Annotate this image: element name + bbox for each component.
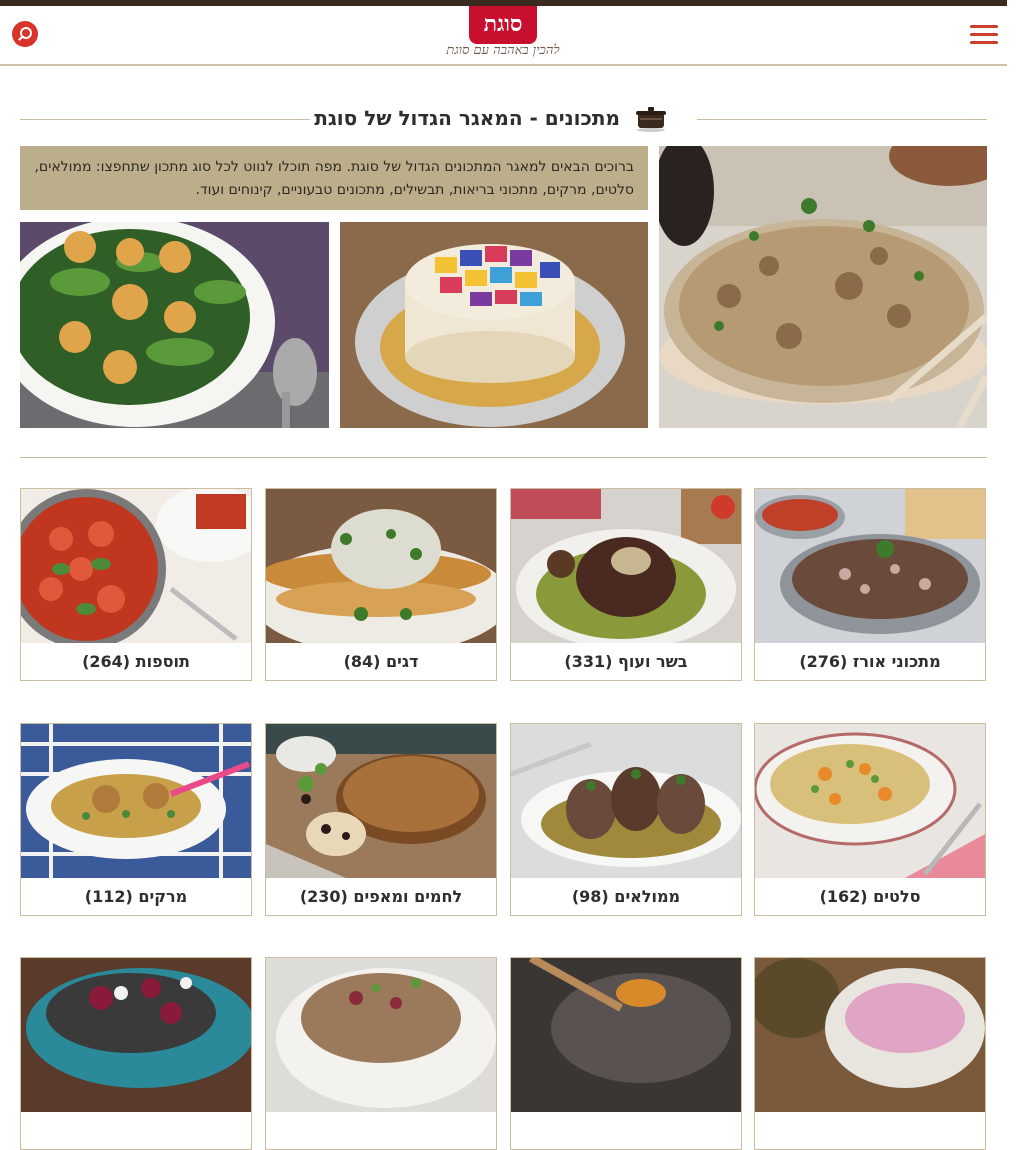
- category-image: [511, 958, 741, 1112]
- category-card-stuffed[interactable]: ממולאים (98): [510, 723, 742, 916]
- category-label: דגים (84): [343, 652, 419, 671]
- category-image: [21, 724, 251, 878]
- hamburger-menu-icon[interactable]: [970, 25, 998, 45]
- title-rule-right: [697, 119, 987, 120]
- category-label: לחמים ומאפים (230): [299, 887, 463, 906]
- category-label: ממולאים (98): [571, 887, 681, 906]
- category-image: [511, 724, 741, 878]
- category-label: בשר ועוף (331): [564, 652, 688, 671]
- category-image: [755, 724, 985, 878]
- site-header: סוגת להכין באהבה עם סוגת: [0, 6, 1007, 66]
- category-card-row3-2[interactable]: [510, 957, 742, 1150]
- category-card-meat-poultry[interactable]: בשר ועוף (331): [510, 488, 742, 681]
- category-card-salads[interactable]: סלטים (162): [754, 723, 986, 916]
- category-label: מתכוני אורז (276): [799, 652, 941, 671]
- category-image: [755, 489, 985, 643]
- category-label: תוספות (264): [82, 652, 190, 671]
- category-card-breads[interactable]: לחמים ומאפים (230): [265, 723, 497, 916]
- category-image: [511, 489, 741, 643]
- cooking-pot-icon: [636, 107, 666, 132]
- category-image: [755, 958, 985, 1112]
- logo[interactable]: סוגת להכין באהבה עם סוגת: [433, 6, 573, 64]
- category-image: [21, 489, 251, 643]
- category-card-row3-3[interactable]: [265, 957, 497, 1150]
- category-card-row3-4[interactable]: [20, 957, 252, 1150]
- logo-tagline: להכין באהבה עם סוגת: [446, 43, 560, 58]
- intro-text: ברוכים הבאים למאגר המתכונים הגדול של סוג…: [20, 146, 648, 210]
- hero-photo-rice[interactable]: [659, 146, 987, 428]
- category-card-sides[interactable]: תוספות (264): [20, 488, 252, 681]
- category-image: [266, 958, 496, 1112]
- category-label: סלטים (162): [819, 887, 921, 906]
- title-rule-left: [20, 119, 310, 120]
- category-card-rice[interactable]: מתכוני אורז (276): [754, 488, 986, 681]
- hero-photo-cake[interactable]: [340, 222, 648, 428]
- category-label: מרקים (112): [84, 887, 188, 906]
- category-image: [21, 958, 251, 1112]
- title-wrap: מתכונים - המאגר הגדול של סוגת: [310, 102, 690, 134]
- category-card-fish[interactable]: דגים (84): [265, 488, 497, 681]
- page-title: מתכונים - המאגר הגדול של סוגת: [314, 106, 620, 130]
- section-divider: [20, 457, 987, 458]
- category-image: [266, 724, 496, 878]
- logo-badge: סוגת: [469, 6, 537, 44]
- category-card-soups[interactable]: מרקים (112): [20, 723, 252, 916]
- category-card-row3-1[interactable]: [754, 957, 986, 1150]
- search-icon[interactable]: [12, 21, 38, 47]
- hero-photo-salad[interactable]: [20, 222, 329, 428]
- category-image: [266, 489, 496, 643]
